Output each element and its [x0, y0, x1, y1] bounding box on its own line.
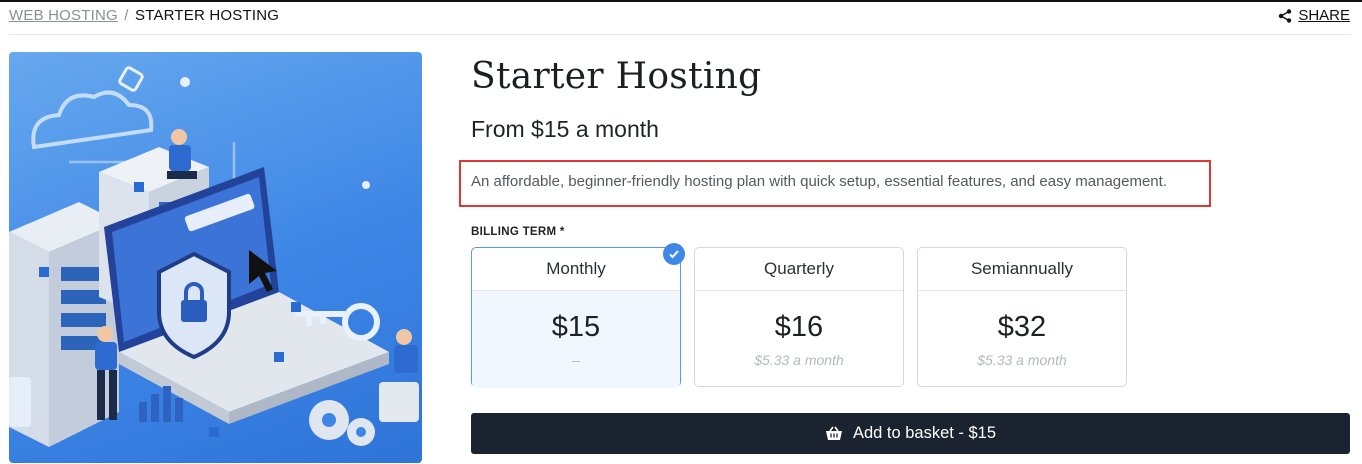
breadcrumb-link-web-hosting[interactable]: WEB HOSTING: [9, 7, 118, 24]
product-title: Starter Hosting: [471, 56, 762, 97]
share-label: SHARE: [1298, 7, 1350, 24]
product-image: [9, 52, 422, 463]
add-to-basket-button[interactable]: Add to basket - $15: [471, 413, 1350, 454]
billing-option-quarterly[interactable]: Quarterly $16 $5.33 a month: [694, 247, 904, 387]
add-to-basket-label: Add to basket - $15: [852, 424, 997, 442]
billing-option-name: Quarterly: [695, 248, 903, 291]
breadcrumb-separator: /: [124, 7, 129, 24]
share-button[interactable]: SHARE: [1278, 7, 1350, 24]
breadcrumb-current: STARTER HOSTING: [135, 7, 280, 24]
billing-option-name: Semiannually: [918, 248, 1126, 291]
billing-option-per-month: $5.33 a month: [754, 352, 844, 368]
breadcrumb: WEB HOSTING / STARTER HOSTING: [9, 7, 279, 24]
billing-term-label: BILLING TERM *: [471, 226, 565, 238]
billing-option-price: $32: [997, 311, 1047, 343]
product-price-subtitle: From $15 a month: [471, 116, 659, 142]
product-description: An affordable, beginner-friendly hosting…: [471, 173, 1167, 190]
share-icon: [1279, 8, 1292, 23]
billing-option-per-month: $5.33 a month: [977, 352, 1067, 368]
selected-check-icon: [663, 243, 685, 265]
billing-option-price: $16: [774, 311, 824, 343]
billing-option-per-month: –: [572, 352, 580, 368]
header-divider: [9, 34, 1351, 35]
top-border: [0, 0, 1362, 2]
billing-option-semiannually[interactable]: Semiannually $32 $5.33 a month: [917, 247, 1127, 387]
billing-option-name: Monthly: [472, 248, 680, 291]
billing-option-price: $15: [551, 311, 601, 343]
hosting-illustration-icon: [9, 66, 419, 447]
basket-icon: [825, 426, 842, 440]
billing-option-monthly[interactable]: Monthly $15 –: [471, 247, 681, 388]
